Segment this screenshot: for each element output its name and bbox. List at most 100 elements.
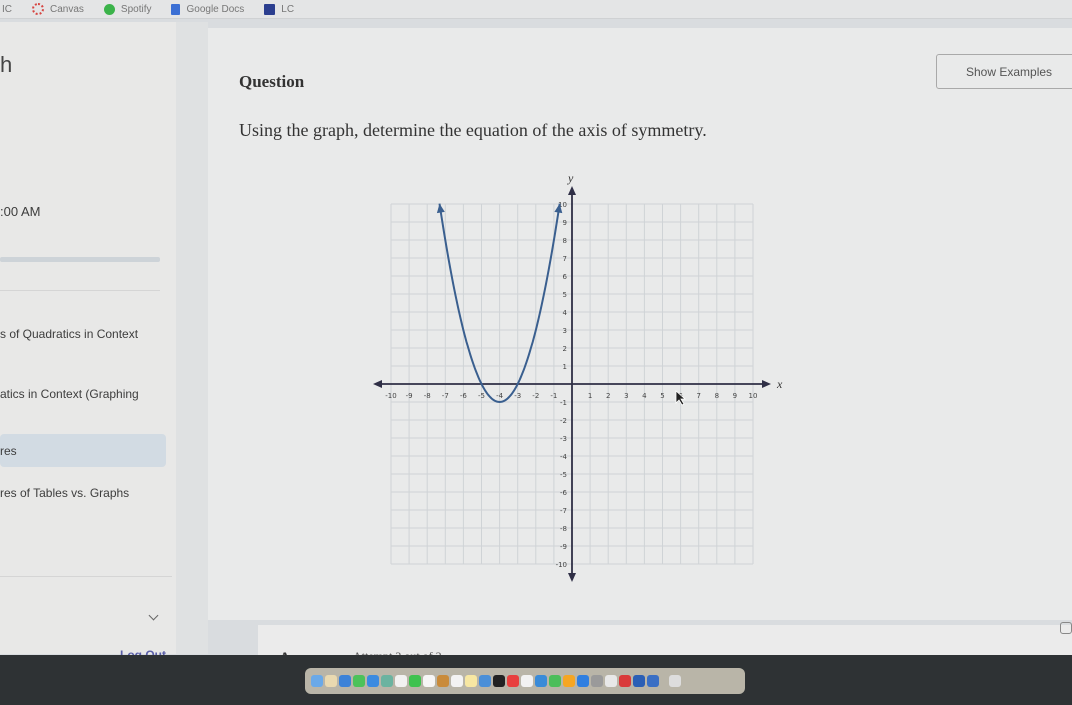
x-axis-arrow-right: [762, 380, 771, 388]
dock-app-icon[interactable]: [437, 675, 449, 687]
dock-app-icon[interactable]: [381, 675, 393, 687]
divider: [0, 576, 172, 577]
y-tick-label: -9: [560, 543, 567, 551]
dock-app-icon[interactable]: [619, 675, 631, 687]
x-tick-label: -3: [514, 392, 521, 400]
y-axis-arrow-down: [568, 573, 576, 582]
dock-app-icon[interactable]: [451, 675, 463, 687]
dock-app-icon[interactable]: [493, 675, 505, 687]
x-tick-label: 9: [733, 392, 737, 400]
dock-app-icon[interactable]: [535, 675, 547, 687]
x-tick-label: -9: [406, 392, 413, 400]
x-tick-label: 10: [749, 392, 758, 400]
sidebar-item[interactable]: s of Quadratics in Context: [0, 327, 138, 341]
show-examples-label: Show Examples: [966, 65, 1053, 79]
bookmark-canvas[interactable]: Canvas: [32, 3, 84, 15]
question-heading: Question: [239, 72, 305, 91]
dock-app-icon[interactable]: [409, 675, 421, 687]
due-time: :00 AM: [0, 204, 41, 219]
y-tick-label: 9: [563, 219, 567, 227]
dock-app-icon[interactable]: [367, 675, 379, 687]
x-tick-label: 5: [660, 392, 664, 400]
dock-app-icon[interactable]: [507, 675, 519, 687]
graph: x y -10 -9 -8 -7 -6 -5 -4 -3 -2 -1 1 2 3 4 5 6 7 8 9 10 -10 -9 -…: [370, 165, 790, 595]
dock-app-icon[interactable]: [577, 675, 589, 687]
dock-app-icon[interactable]: [353, 675, 365, 687]
bookmark-ic[interactable]: IC: [2, 4, 12, 15]
dock-app-icon[interactable]: [647, 675, 659, 687]
dock-app-icon[interactable]: [339, 675, 351, 687]
bookmarks-bar: IC Canvas Spotify Google Docs LC: [0, 0, 1072, 19]
lc-icon: [264, 3, 276, 15]
progress-bar: [0, 257, 160, 262]
x-tick-label: 4: [642, 392, 647, 400]
y-axis-arrow-up: [568, 186, 576, 195]
x-tick-label: -5: [478, 392, 485, 400]
y-tick-label: -3: [560, 435, 567, 443]
bookmark-spotify[interactable]: Spotify: [103, 3, 152, 15]
x-tick-label: -10: [385, 392, 396, 400]
x-tick-label: -6: [460, 392, 468, 400]
gutter: [176, 22, 208, 654]
x-tick-label: -8: [424, 392, 431, 400]
dock-app-icon[interactable]: [521, 675, 533, 687]
y-tick-label: 6: [563, 273, 568, 281]
sidebar-title: h: [0, 52, 13, 77]
dock-app-icon[interactable]: [395, 675, 407, 687]
x-tick-label: 3: [624, 392, 628, 400]
keyboard-icon[interactable]: [1060, 622, 1072, 634]
y-tick-label: -6: [560, 489, 568, 497]
dock-app-icon[interactable]: [633, 675, 645, 687]
cursor-icon: [675, 390, 687, 406]
x-tick-label: 2: [606, 392, 610, 400]
y-tick-label: 1: [563, 363, 567, 371]
bookmark-label: Spotify: [120, 3, 152, 15]
y-tick-label: -2: [560, 417, 567, 425]
y-tick-label: -7: [560, 507, 567, 515]
y-tick-label: -5: [560, 471, 567, 479]
dock-app-icon[interactable]: [549, 675, 561, 687]
canvas-icon: [32, 3, 44, 15]
dock-app-icon[interactable]: [325, 675, 337, 687]
x-axis-arrow-left: [373, 380, 382, 388]
y-tick-label: -8: [560, 525, 567, 533]
parabola-arrow-left: [436, 203, 445, 214]
dock-app-icon[interactable]: [605, 675, 617, 687]
bookmark-lc[interactable]: LC: [264, 3, 295, 15]
show-examples-button[interactable]: Show Examples: [936, 54, 1072, 89]
bookmark-label: LC: [281, 3, 295, 15]
y-tick-label: 4: [563, 309, 568, 317]
y-tick-label: 3: [563, 327, 567, 335]
x-tick-label: 7: [696, 392, 700, 400]
sidebar: h :00 AM s of Quadratics in Context atic…: [0, 22, 176, 662]
bookmark-label: Google Docs: [186, 3, 245, 15]
dock-app-icon[interactable]: [465, 675, 477, 687]
dock-app-icon[interactable]: [563, 675, 575, 687]
y-tick-label: 7: [563, 255, 567, 263]
dock-app-icon[interactable]: [591, 675, 603, 687]
dock-app-icon[interactable]: [479, 675, 491, 687]
dock: [305, 668, 745, 694]
x-axis-label: x: [776, 377, 783, 391]
x-tick-label: 8: [715, 392, 719, 400]
y-tick-label: -4: [560, 453, 568, 461]
sidebar-item[interactable]: atics in Context (Graphing: [0, 387, 139, 401]
y-axis-label: y: [567, 171, 574, 185]
bookmark-label: Canvas: [50, 3, 84, 15]
y-tick-label: 2: [563, 345, 567, 353]
y-tick-label: 8: [563, 237, 567, 245]
divider: [0, 290, 160, 291]
dock-app-icon[interactable]: [669, 675, 681, 687]
x-tick-label: -4: [496, 392, 504, 400]
dock-app-icon[interactable]: [423, 675, 435, 687]
y-tick-label: -1: [560, 399, 567, 407]
dock-app-icon[interactable]: [311, 675, 323, 687]
sidebar-item-label: res: [0, 444, 17, 458]
bookmark-label: IC: [2, 3, 12, 15]
chevron-down-icon[interactable]: [148, 610, 159, 621]
bookmark-google-docs[interactable]: Google Docs: [171, 3, 245, 15]
sidebar-item-active[interactable]: res: [0, 434, 166, 467]
spotify-icon: [103, 3, 115, 15]
sidebar-item[interactable]: res of Tables vs. Graphs: [0, 486, 129, 500]
x-tick-label: -7: [442, 392, 449, 400]
